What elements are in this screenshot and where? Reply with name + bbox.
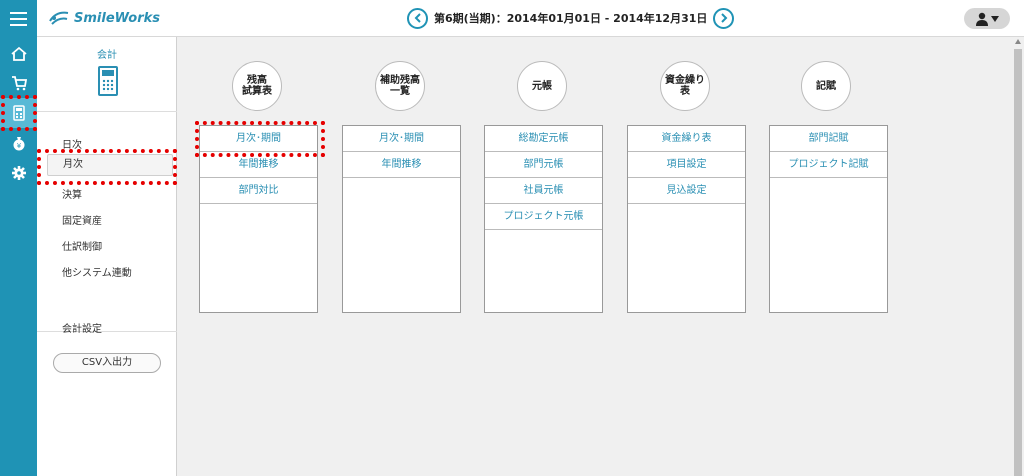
- calculator-icon: [98, 66, 118, 96]
- user-icon: [976, 12, 988, 26]
- sidebar-item-fixed-assets[interactable]: 固定資産: [62, 212, 102, 227]
- column-header-trial-balance: 残高 試算表: [232, 61, 282, 111]
- user-menu-button[interactable]: [964, 8, 1010, 29]
- sidebar-divider: [37, 331, 177, 332]
- next-period-button[interactable]: [713, 7, 735, 29]
- menu-icon[interactable]: [0, 0, 37, 37]
- menu-item-department-comparison[interactable]: 部門対比: [200, 178, 317, 204]
- menu-item-project-ledger[interactable]: プロジェクト元帳: [485, 204, 602, 230]
- sidebar-title: 会計: [97, 50, 117, 61]
- rail-home[interactable]: [0, 39, 37, 69]
- vertical-scrollbar[interactable]: [1012, 37, 1024, 476]
- column-header-sub-balance: 補助残高 一覧: [375, 61, 425, 111]
- csv-import-export-button[interactable]: CSV入出力: [53, 353, 161, 373]
- sidebar-item-closing[interactable]: 決算: [62, 186, 82, 201]
- prev-period-button[interactable]: [407, 7, 428, 29]
- app-logo[interactable]: SmileWorks: [48, 6, 160, 30]
- logo-text: SmileWorks: [74, 10, 160, 26]
- column-menu-allocation: 部門記賦 プロジェクト記賦: [769, 125, 888, 313]
- chevron-left-icon: [414, 13, 421, 23]
- main-content: 残高 試算表 月次･期間 年間推移 部門対比 補助残高 一覧 月次･期間 年間推移 …: [177, 37, 1012, 476]
- column-header-cash-flow: 資金繰り表: [660, 61, 710, 111]
- caret-down-icon: [991, 15, 999, 22]
- money-bag-icon: ¥: [13, 137, 24, 151]
- column-menu-sub-balance: 月次･期間 年間推移: [342, 125, 461, 313]
- column-menu-cash-flow: 資金繰り表 項目設定 見込設定: [627, 125, 746, 313]
- icon-rail: ¥: [0, 37, 37, 476]
- home-icon: [10, 46, 27, 61]
- menu-item-project-allocation[interactable]: プロジェクト記賦: [770, 152, 887, 178]
- menu-item-department-ledger[interactable]: 部門元帳: [485, 152, 602, 178]
- highlight-box: [195, 121, 325, 157]
- menu-item-item-settings[interactable]: 項目設定: [628, 152, 745, 178]
- top-bar: SmileWorks 第6期(当期)：2014年01月01日 - 2014年12…: [0, 0, 1024, 37]
- period-label: 第6期(当期)：2014年01月01日 - 2014年12月31日: [434, 12, 708, 25]
- menu-item-general-ledger[interactable]: 総勘定元帳: [485, 126, 602, 152]
- rail-money[interactable]: ¥: [0, 128, 37, 158]
- menu-item-department-allocation[interactable]: 部門記賦: [770, 126, 887, 152]
- accounting-sidebar: 会計 日次 月次 決算 固定資産 仕訳制御 他システム連動 会計設定 CSV入出…: [37, 37, 177, 476]
- column-header-allocation: 記賦: [801, 61, 851, 111]
- menu-item-annual-trend[interactable]: 年間推移: [343, 152, 460, 178]
- period-selector: 第6期(当期)：2014年01月01日 - 2014年12月31日: [407, 7, 735, 29]
- menu-item-cash-flow-table[interactable]: 資金繰り表: [628, 126, 745, 152]
- smileworks-logo-icon: [49, 11, 69, 25]
- highlight-box: [37, 149, 177, 185]
- cart-icon: [11, 76, 27, 91]
- menu-item-employee-ledger[interactable]: 社員元帳: [485, 178, 602, 204]
- menu-item-monthly-period[interactable]: 月次･期間: [343, 126, 460, 152]
- column-header-ledger: 元帳: [517, 61, 567, 111]
- highlight-box: [1, 95, 37, 131]
- column-menu-ledger: 総勘定元帳 部門元帳 社員元帳 プロジェクト元帳: [484, 125, 603, 313]
- rail-settings[interactable]: [0, 158, 37, 188]
- sidebar-item-accounting-settings[interactable]: 会計設定: [62, 320, 102, 335]
- scroll-up-arrow-icon[interactable]: [1015, 39, 1021, 44]
- menu-item-forecast-settings[interactable]: 見込設定: [628, 178, 745, 204]
- sidebar-item-journal-control[interactable]: 仕訳制御: [62, 238, 102, 253]
- rail-cart[interactable]: [0, 68, 37, 98]
- scrollbar-thumb[interactable]: [1014, 49, 1022, 476]
- chevron-right-icon: [721, 13, 728, 23]
- sidebar-header: 会計: [37, 37, 177, 112]
- svg-text:¥: ¥: [16, 142, 21, 150]
- sidebar-item-other-systems[interactable]: 他システム連動: [62, 264, 132, 279]
- gear-icon: [11, 166, 26, 180]
